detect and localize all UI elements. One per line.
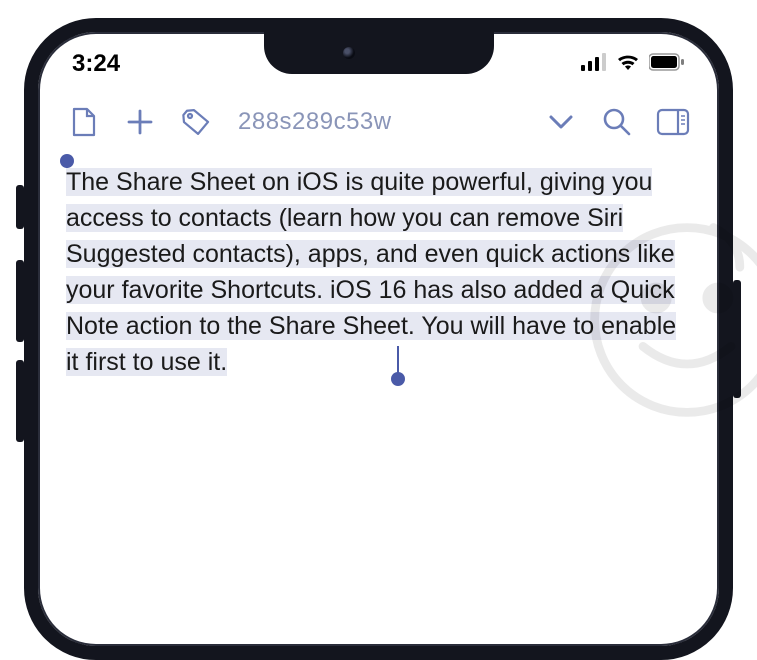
document-button[interactable] (66, 104, 102, 140)
tag-button[interactable] (178, 104, 214, 140)
status-right (581, 52, 685, 77)
selection-handle-end[interactable] (391, 372, 405, 386)
cellular-signal-icon (581, 53, 607, 76)
phone-silent-switch (16, 185, 24, 229)
phone-notch (264, 32, 494, 74)
search-button[interactable] (599, 104, 635, 140)
status-time: 3:24 (72, 50, 120, 78)
note-content-area[interactable]: The Share Sheet on iOS is quite powerful… (38, 154, 719, 400)
dropdown-button[interactable] (543, 104, 579, 140)
panel-toggle-button[interactable] (655, 104, 691, 140)
selection-handle-start[interactable] (60, 154, 74, 168)
document-title[interactable]: 288s289c53w (234, 108, 523, 136)
phone-frame: 3:24 (24, 18, 733, 660)
phone-power-button (733, 280, 741, 398)
phone-volume-up (16, 260, 24, 342)
note-body-text[interactable]: The Share Sheet on iOS is quite powerful… (66, 168, 676, 376)
text-selection-block[interactable]: The Share Sheet on iOS is quite powerful… (66, 164, 691, 380)
add-button[interactable] (122, 104, 158, 140)
app-toolbar: 288s289c53w (38, 86, 719, 154)
phone-volume-down (16, 360, 24, 442)
battery-icon (649, 53, 685, 76)
wifi-icon (615, 52, 641, 77)
camera-icon (343, 47, 355, 59)
